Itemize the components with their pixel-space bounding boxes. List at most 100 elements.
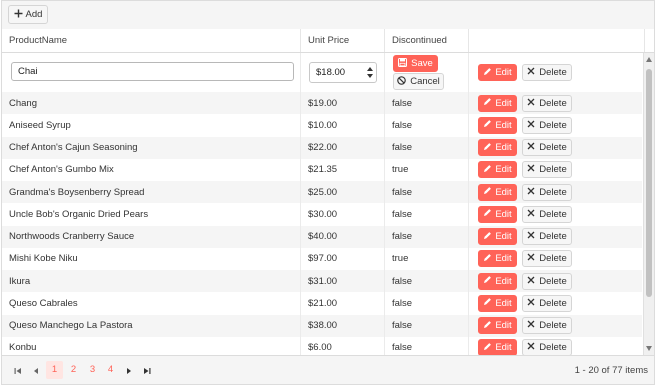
column-header-discontinued-label: Discontinued xyxy=(392,35,447,46)
cell-discontinued: false xyxy=(384,114,468,137)
delete-button[interactable]: Delete xyxy=(522,139,572,157)
column-header-product-name[interactable]: ProductName xyxy=(2,29,300,52)
cell-unit-price: $19.00 xyxy=(300,92,384,115)
delete-button-label: Delete xyxy=(539,275,567,287)
delete-button[interactable]: Delete xyxy=(522,116,572,134)
edit-button[interactable]: Edit xyxy=(478,317,517,335)
pencil-icon xyxy=(483,97,492,109)
edit-button[interactable]: Edit xyxy=(478,205,517,223)
cell-commands: Edit Delete xyxy=(468,92,642,115)
delete-button[interactable]: Delete xyxy=(522,228,572,246)
product-name-input[interactable] xyxy=(11,62,294,81)
save-button[interactable]: Save xyxy=(393,55,438,72)
discontinued-text: false xyxy=(392,142,413,154)
cell-product-name: Grandma's Boysenberry Spread xyxy=(2,181,300,203)
delete-button[interactable]: Delete xyxy=(522,339,572,355)
grid-header: ProductName Unit Price Discontinued xyxy=(2,29,654,53)
first-page-icon[interactable] xyxy=(12,365,24,377)
delete-button[interactable]: Delete xyxy=(522,317,572,335)
edit-button[interactable]: Edit xyxy=(478,94,517,112)
table-row: Chef Anton's Gumbo Mix $21.35 true Edit Dele… xyxy=(2,158,642,181)
unit-price-text: $22.00 xyxy=(308,142,338,154)
cell-unit-price: $21.00 xyxy=(300,292,384,315)
delete-button-label: Delete xyxy=(539,119,567,131)
cell-commands: Edit Delete xyxy=(468,247,642,270)
pencil-icon xyxy=(483,342,492,354)
scroll-up-icon[interactable] xyxy=(646,57,652,62)
delete-button[interactable]: Delete xyxy=(522,250,572,268)
close-icon xyxy=(527,276,535,287)
scroll-thumb[interactable] xyxy=(646,69,652,297)
cancel-button-label: Cancel xyxy=(410,76,440,87)
scroll-down-icon[interactable] xyxy=(646,346,652,351)
grid-toolbar: Add xyxy=(2,1,654,30)
delete-button[interactable]: Delete xyxy=(522,294,572,312)
edit-button-label: Edit xyxy=(495,208,512,220)
delete-button-label: Delete xyxy=(539,253,567,265)
add-button-label: Add xyxy=(25,9,43,20)
delete-button-label: Delete xyxy=(539,186,567,198)
unit-price-numeric xyxy=(309,62,377,83)
page-2[interactable]: 2 xyxy=(65,361,82,379)
table-row: Chef Anton's Cajun Seasoning $22.00 false E… xyxy=(2,136,642,159)
edit-button[interactable]: Edit xyxy=(478,228,517,246)
table-row: Queso Manchego La Pastora $38.00 false Edit… xyxy=(2,314,642,337)
delete-button[interactable]: Delete xyxy=(522,183,572,201)
cell-commands: Edit Delete xyxy=(468,203,642,226)
product-name-text: Chang xyxy=(9,97,37,109)
cell-product-name: Uncle Bob's Organic Dried Pears xyxy=(2,203,300,225)
last-page-icon[interactable] xyxy=(141,365,153,377)
edit-button[interactable]: Edit xyxy=(478,116,517,134)
edit-button[interactable]: Edit xyxy=(478,272,517,290)
cell-product-name: Ikura xyxy=(2,270,300,292)
edit-button[interactable]: Edit xyxy=(478,64,517,81)
delete-button[interactable]: Delete xyxy=(522,64,572,81)
discontinued-text: false xyxy=(392,297,413,309)
cell-product-name: Chef Anton's Gumbo Mix xyxy=(2,159,300,181)
unit-price-input[interactable] xyxy=(310,63,360,82)
spin-up-icon[interactable] xyxy=(367,67,373,71)
add-button[interactable]: Add xyxy=(8,5,48,24)
close-icon xyxy=(527,187,535,198)
edit-button-label: Edit xyxy=(495,97,512,109)
unit-price-text: $30.00 xyxy=(308,208,338,220)
edit-button[interactable]: Edit xyxy=(478,139,517,157)
cell-discontinued: false xyxy=(384,181,468,204)
unit-price-text: $21.00 xyxy=(308,297,338,309)
vertical-scrollbar[interactable] xyxy=(643,53,654,355)
page-4[interactable]: 4 xyxy=(102,361,119,379)
close-icon xyxy=(527,164,535,175)
pencil-icon xyxy=(483,208,492,220)
column-header-unit-price[interactable]: Unit Price xyxy=(300,29,384,52)
edit-button[interactable]: Edit xyxy=(478,161,517,179)
column-header-discontinued[interactable]: Discontinued xyxy=(384,29,468,52)
column-header-scroll-spacer xyxy=(644,29,654,52)
page-3[interactable]: 3 xyxy=(84,361,101,379)
page-1[interactable]: 1 xyxy=(46,361,63,379)
discontinued-text: true xyxy=(392,164,409,176)
cell-unit-price: $6.00 xyxy=(300,336,384,355)
next-page-icon[interactable] xyxy=(123,365,135,377)
edit-button[interactable]: Edit xyxy=(478,250,517,268)
spin-down-icon[interactable] xyxy=(367,74,373,78)
edit-button[interactable]: Edit xyxy=(478,294,517,312)
products-grid: Add ProductName Unit Price Discontinued … xyxy=(1,0,655,385)
delete-button-label: Delete xyxy=(539,320,567,332)
pencil-icon xyxy=(483,275,492,287)
product-name-text: Queso Manchego La Pastora xyxy=(9,320,133,332)
delete-button[interactable]: Delete xyxy=(522,161,572,179)
discontinued-text: false xyxy=(392,186,413,198)
previous-page-icon[interactable] xyxy=(30,365,42,377)
delete-button[interactable]: Delete xyxy=(522,205,572,223)
unit-price-text: $10.00 xyxy=(308,119,338,131)
edit-button[interactable]: Edit xyxy=(478,183,517,201)
delete-button[interactable]: Delete xyxy=(522,94,572,112)
close-icon xyxy=(527,320,535,331)
cancel-button[interactable]: Cancel xyxy=(393,73,444,90)
edit-button[interactable]: Edit xyxy=(478,339,517,355)
cell-product-name: Chang xyxy=(2,92,300,114)
cell-commands: Edit Delete xyxy=(468,225,642,248)
pencil-icon xyxy=(483,186,492,198)
delete-button[interactable]: Delete xyxy=(522,272,572,290)
cell-commands: Edit Delete xyxy=(468,136,642,159)
